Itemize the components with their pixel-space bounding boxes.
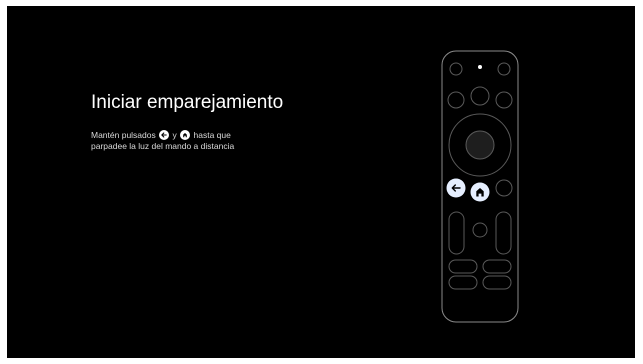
remote-mute-button — [472, 222, 488, 238]
pairing-screen: Iniciar emparejamiento Mantén pulsados y… — [7, 6, 635, 358]
remote-assistant-button — [470, 86, 490, 106]
remote-volume-rocker — [448, 211, 465, 255]
remote-top-left-button — [449, 62, 463, 76]
remote-row2-right-button — [495, 91, 513, 109]
instruction-line-2: parpadee la luz del mando a distancia — [91, 141, 235, 151]
remote-back-button — [446, 178, 466, 198]
back-icon — [159, 130, 170, 140]
remote-top-right-button — [497, 62, 511, 76]
instruction-joiner: y — [172, 130, 177, 140]
pairing-instructions: Mantén pulsados y hasta que parpadee la … — [91, 130, 234, 152]
remote-shortcut-3 — [448, 275, 478, 290]
remote-dpad-center — [465, 130, 495, 160]
remote-channel-rocker — [495, 211, 512, 255]
instruction-text-2: hasta que — [193, 130, 231, 140]
remote-shortcut-2 — [482, 259, 512, 274]
remote-home-button — [470, 182, 490, 202]
page-title: Iniciar emparejamiento — [91, 92, 284, 113]
remote-led-indicator — [478, 65, 482, 69]
remote-row2-left-button — [447, 91, 465, 109]
remote-input-button — [495, 179, 513, 197]
instruction-line-1: Mantén pulsados y hasta que — [91, 130, 234, 141]
instruction-text-1: Mantén pulsados — [91, 130, 156, 140]
remote-shortcut-4 — [482, 275, 512, 290]
home-icon — [180, 130, 191, 140]
remote-shortcut-1 — [448, 259, 478, 274]
remote-illustration — [441, 50, 519, 323]
